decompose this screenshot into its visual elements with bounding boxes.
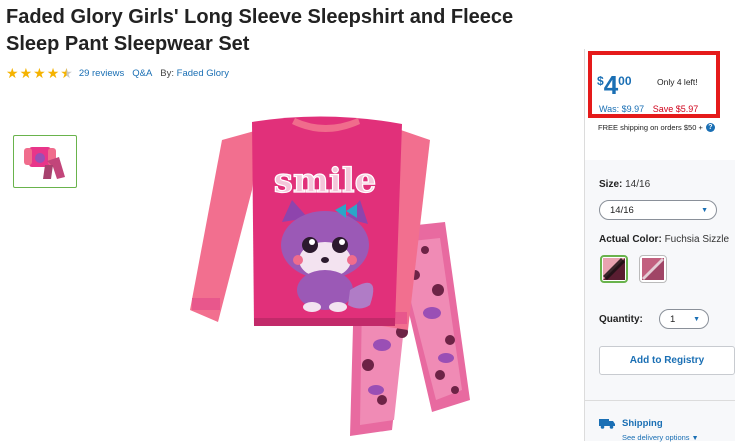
price-dollars: 4 <box>603 70 619 100</box>
shipping-row: Shipping <box>599 418 663 429</box>
size-select[interactable]: 14/16 ▼ <box>599 200 717 220</box>
size-value: 14/16 <box>625 179 651 190</box>
price-currency: $ <box>597 74 604 88</box>
swatch-fuchsia-image <box>603 258 625 280</box>
color-value: Fuchsia Sizzle <box>664 234 730 245</box>
reviews-link[interactable]: 29 reviews <box>79 68 124 79</box>
product-thumbnail[interactable] <box>13 135 77 188</box>
star-half-icon: ★ <box>60 65 73 81</box>
chevron-down-icon: ▼ <box>701 206 708 214</box>
star-icon: ★ <box>33 65 46 81</box>
shirt-graphic-text: smile <box>274 161 377 201</box>
price-cents: 00 <box>618 74 632 88</box>
color-swatch-berry[interactable] <box>639 255 667 283</box>
truck-icon <box>599 419 615 429</box>
savings-amount: Save $5.97 <box>652 104 699 114</box>
brand-link[interactable]: Faded Glory <box>177 68 229 79</box>
star-icon: ★ <box>46 65 60 81</box>
color-label-row: Actual Color: Fuchsia Sizzle <box>599 234 729 245</box>
star-icon: ★ <box>6 65 19 81</box>
shipping-label: Shipping <box>622 418 663 429</box>
rating-row: ★ ★ ★ ★ ★ 29 reviews Q&A By: Faded Glory <box>6 66 229 80</box>
was-price-row: Was: $9.97 Save $5.97 <box>599 104 698 114</box>
quantity-label: Quantity: <box>599 314 643 325</box>
star-icon: ★ <box>19 65 33 81</box>
help-icon[interactable]: ? <box>705 123 715 132</box>
add-to-registry-button[interactable]: Add to Registry <box>599 346 735 375</box>
swatch-berry-image <box>642 258 664 280</box>
brand-byline: By: Faded Glory <box>160 68 229 79</box>
free-shipping-note: FREE shipping on orders $50 + ? <box>598 123 715 132</box>
free-shipping-text: FREE shipping on orders $50 + <box>598 123 703 132</box>
by-label: By: <box>160 67 175 79</box>
current-price: $ 4 00 <box>597 72 632 98</box>
quantity-value: 1 <box>670 313 676 325</box>
was-price: Was: $9.97 <box>599 104 645 114</box>
thumbnail-image <box>24 146 65 179</box>
product-image: smile <box>190 116 470 436</box>
color-label: Actual Color: <box>599 234 662 245</box>
size-label-row: Size: 14/16 <box>599 179 650 190</box>
qa-link[interactable]: Q&A <box>132 68 152 79</box>
color-swatch-fuchsia[interactable] <box>600 255 628 283</box>
product-title: Faded Glory Girls' Long Sleeve Sleepshir… <box>6 6 514 55</box>
size-select-value: 14/16 <box>610 204 634 216</box>
divider <box>584 400 735 401</box>
size-label: Size: <box>599 179 623 190</box>
quantity-select[interactable]: 1 ▼ <box>659 309 709 329</box>
chevron-down-icon: ▼ <box>693 315 700 323</box>
stock-note: Only 4 left! <box>657 77 698 87</box>
star-rating[interactable]: ★ ★ ★ ★ ★ <box>6 66 73 80</box>
